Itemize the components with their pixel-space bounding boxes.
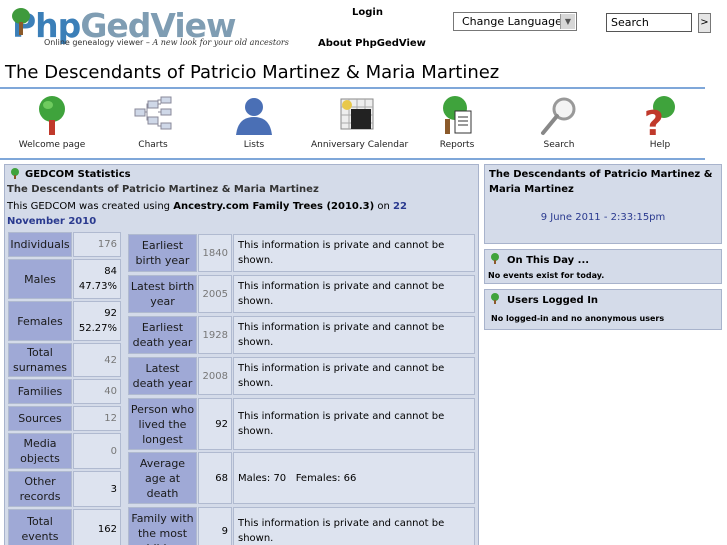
latest-death-year-value: 2008 xyxy=(198,357,232,395)
on-this-day-panel: On This Day ... No events exist for toda… xyxy=(484,249,722,284)
site-title-panel: The Descendants of Patricio Martinez & M… xyxy=(484,164,722,244)
earliest-birth-year-info: This information is private and cannot b… xyxy=(233,234,475,272)
menu-anniversary-calendar[interactable]: Anniversary Calendar xyxy=(311,89,408,159)
longest-lived-info: This information is private and cannot b… xyxy=(233,398,475,450)
total-surnames-value[interactable]: 42 xyxy=(73,343,121,377)
media-objects-value[interactable]: 0 xyxy=(73,433,121,469)
most-children-value: 9 xyxy=(198,507,232,545)
sources-value[interactable]: 12 xyxy=(73,406,121,431)
longest-lived-label: Person who lived the longest xyxy=(128,398,197,450)
on-this-day-text: No events exist for today. xyxy=(488,271,605,280)
svg-text:?: ? xyxy=(644,104,664,137)
menu-charts[interactable]: Charts xyxy=(108,89,198,159)
report-icon xyxy=(443,96,472,134)
tree-icon xyxy=(11,168,19,179)
individuals-value: 176 xyxy=(73,232,121,257)
males-value: 84 47.73% xyxy=(73,259,121,299)
latest-birth-year-info: This information is private and cannot b… xyxy=(233,275,475,313)
families-value[interactable]: 40 xyxy=(73,379,121,404)
language-select[interactable]: Change Language ▼ xyxy=(453,12,577,31)
search-input[interactable]: Search xyxy=(606,13,692,32)
help-icon: ? xyxy=(644,96,675,137)
person-icon xyxy=(236,98,272,135)
menu-welcome-page[interactable]: Welcome page xyxy=(7,89,97,159)
latest-birth-year-label: Latest birth year xyxy=(128,275,197,313)
total-events-value: 162 xyxy=(73,509,121,545)
total-surnames-label: Total surnames xyxy=(8,343,72,377)
latest-death-year-info: This information is private and cannot b… xyxy=(233,357,475,395)
earliest-death-year-info: This information is private and cannot b… xyxy=(233,316,475,354)
page-title: The Descendants of Patricio Martinez & M… xyxy=(5,62,500,83)
menu-lists[interactable]: Lists xyxy=(209,89,299,159)
tagline: Online genealogy viewer – A new look for… xyxy=(44,38,289,47)
menu-help[interactable]: ? Help xyxy=(615,89,705,159)
average-age-at-death-label: Average age at death xyxy=(128,452,197,504)
earliest-birth-year-label: Earliest birth year xyxy=(128,234,197,272)
logo-tree-icon xyxy=(12,8,30,35)
other-records-label: Other records xyxy=(8,471,72,507)
tree-icon xyxy=(491,253,499,264)
males-label: Males xyxy=(8,259,72,299)
stats-created-text: This GEDCOM was created using Ancestry.c… xyxy=(7,201,407,227)
average-age-at-death-info: Males: 70 Females: 66 xyxy=(233,452,475,504)
tree-icon xyxy=(39,96,65,135)
tree-icon xyxy=(491,293,499,304)
menu-search[interactable]: Search xyxy=(514,89,604,159)
login-link[interactable]: Login xyxy=(352,7,383,18)
stats-subtitle: The Descendants of Patricio Martinez & M… xyxy=(7,184,319,195)
gedcom-statistics-panel: GEDCOM Statistics The Descendants of Pat… xyxy=(4,164,479,545)
females-value: 92 52.27% xyxy=(73,301,121,341)
magnifier-icon xyxy=(541,97,576,135)
latest-death-year-label: Latest death year xyxy=(128,357,197,395)
latest-birth-year-value: 2005 xyxy=(198,275,232,313)
main-menu: Welcome page Charts Lists Anniversary Ca… xyxy=(0,87,705,160)
total-events-label: Total events xyxy=(8,509,72,545)
calendar-icon xyxy=(340,98,374,130)
most-children-info: This information is private and cannot b… xyxy=(233,507,475,545)
average-age-at-death-value: 68 xyxy=(198,452,232,504)
earliest-birth-year-value: 1840 xyxy=(198,234,232,272)
about-link[interactable]: About PhpGedView xyxy=(318,38,426,49)
families-label: Families xyxy=(8,379,72,404)
users-logged-in-text: No logged-in and no anonymous users xyxy=(491,314,665,323)
earliest-death-year-label: Earliest death year xyxy=(128,316,197,354)
chart-icon xyxy=(134,96,172,130)
other-records-value: 3 xyxy=(73,471,121,507)
menu-reports[interactable]: Reports xyxy=(412,89,502,159)
stats-title: GEDCOM Statistics xyxy=(25,169,131,180)
on-this-day-title: On This Day ... xyxy=(507,255,590,266)
chevron-down-icon: ▼ xyxy=(560,14,575,29)
individuals-label: Individuals xyxy=(8,232,72,257)
most-children-label: Family with the most children xyxy=(128,507,197,545)
search-go-button[interactable]: > xyxy=(698,13,711,33)
users-logged-in-title: Users Logged In xyxy=(507,295,599,306)
users-logged-in-panel: Users Logged In No logged-in and no anon… xyxy=(484,289,722,330)
females-label: Females xyxy=(8,301,72,341)
site-title: The Descendants of Patricio Martinez & M… xyxy=(489,169,713,195)
sources-label: Sources xyxy=(8,406,72,431)
earliest-death-year-value: 1928 xyxy=(198,316,232,354)
current-datetime: 9 June 2011 - 2:33:15pm xyxy=(540,212,666,223)
media-objects-label: Media objects xyxy=(8,433,72,469)
longest-lived-value: 92 xyxy=(198,398,232,450)
